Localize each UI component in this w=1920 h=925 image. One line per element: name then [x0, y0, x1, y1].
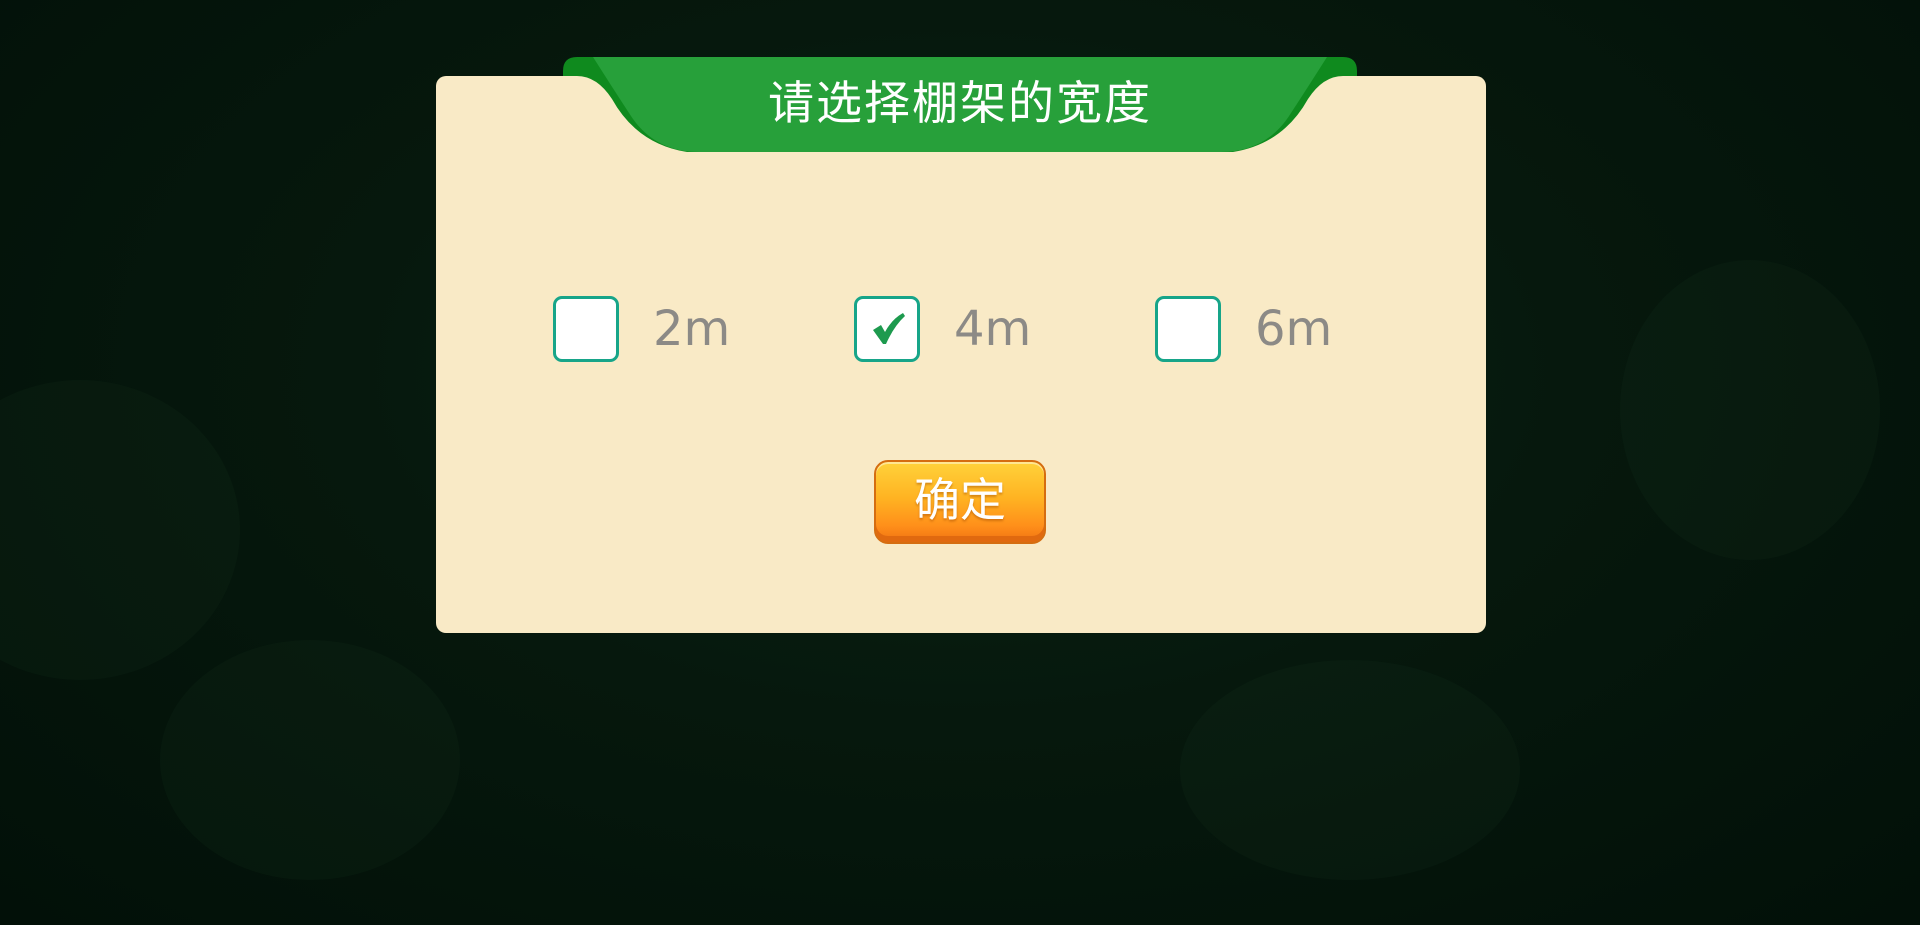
check-icon	[873, 313, 905, 344]
checkbox-4m[interactable]	[854, 296, 920, 362]
dialog-title-banner: 请选择棚架的宽度	[563, 57, 1357, 154]
background-blob	[1180, 660, 1520, 880]
option-label-6m: 6m	[1255, 301, 1333, 357]
option-label-2m: 2m	[653, 301, 731, 357]
checkbox-6m[interactable]	[1155, 296, 1221, 362]
checkbox-2m[interactable]	[553, 296, 619, 362]
dialog-title: 请选择棚架的宽度	[768, 76, 1152, 130]
background-blob	[160, 640, 460, 880]
option-4m[interactable]: 4m	[854, 296, 1031, 362]
option-2m[interactable]: 2m	[553, 296, 730, 362]
option-label-4m: 4m	[954, 301, 1032, 357]
background-blob	[0, 380, 240, 680]
background-blob	[1620, 260, 1880, 560]
option-6m[interactable]: 6m	[1155, 296, 1332, 362]
confirm-button[interactable]: 确定	[874, 460, 1046, 544]
